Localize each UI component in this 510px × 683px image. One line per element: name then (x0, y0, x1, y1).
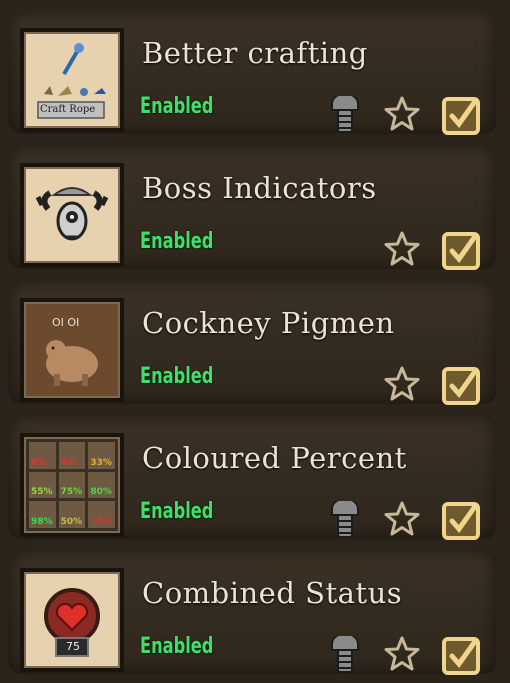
percent-cell: 98% (29, 501, 56, 528)
enabled-checkbox-icon[interactable] (440, 634, 484, 678)
enabled-checkbox-icon[interactable] (440, 94, 484, 138)
mod-name: Cockney Pigmen (142, 306, 395, 340)
favorite-star-icon[interactable] (384, 501, 420, 537)
mod-row-boss-indicators[interactable]: Boss Indicators Enabled (8, 145, 496, 270)
enabled-checkbox-icon[interactable] (440, 229, 484, 273)
mod-row-coloured-percent[interactable]: 6% 4% 33% 55% 75% 80% 98% 50% 10% Colour… (8, 415, 496, 541)
favorite-star-icon[interactable] (384, 96, 420, 132)
mod-status: Enabled (140, 364, 214, 389)
percent-cell: 6% (29, 442, 56, 469)
icon-caption: Craft Rope (40, 104, 96, 115)
mod-name: Coloured Percent (142, 441, 407, 475)
mod-status: Enabled (140, 229, 214, 254)
coloured-percent-grid-icon: 6% 4% 33% 55% 75% 80% 98% 50% 10% (20, 433, 124, 537)
deerclops-icon (20, 163, 124, 267)
icon-caption: 75 (66, 640, 80, 653)
percent-cell: 33% (88, 442, 115, 469)
percent-cell: 10% (88, 501, 115, 528)
rope-crafting-icon: Craft Rope (20, 28, 124, 132)
percent-cell: 4% (58, 442, 86, 469)
wrench-icon[interactable] (328, 636, 362, 676)
percent-cell: 75% (58, 471, 86, 499)
favorite-star-icon[interactable] (384, 231, 420, 267)
percent-cell: 55% (29, 471, 56, 499)
mod-status: Enabled (140, 634, 214, 659)
favorite-star-icon[interactable] (384, 366, 420, 402)
mod-list: Craft Rope Better crafting Enabled Boss … (0, 0, 510, 683)
mod-row-better-crafting[interactable]: Craft Rope Better crafting Enabled (8, 10, 496, 136)
enabled-checkbox-icon[interactable] (440, 499, 484, 543)
heart-status-icon: 75 (20, 568, 124, 672)
enabled-checkbox-icon[interactable] (440, 364, 484, 408)
mod-name: Boss Indicators (142, 171, 377, 205)
favorite-star-icon[interactable] (384, 636, 420, 672)
mod-row-combined-status[interactable]: 75 Combined Status Enabled (8, 550, 496, 676)
mod-row-cockney-pigmen[interactable]: OI OI Cockney Pigmen Enabled (8, 280, 496, 405)
mod-status: Enabled (140, 499, 214, 524)
icon-caption: OI OI (52, 316, 80, 329)
wrench-icon[interactable] (328, 96, 362, 136)
mod-name: Better crafting (142, 36, 368, 70)
percent-cell: 80% (88, 471, 115, 499)
percent-cell: 50% (58, 501, 86, 528)
mod-status: Enabled (140, 94, 214, 119)
pigman-icon: OI OI (20, 298, 124, 402)
wrench-icon[interactable] (328, 501, 362, 541)
mod-name: Combined Status (142, 576, 403, 610)
